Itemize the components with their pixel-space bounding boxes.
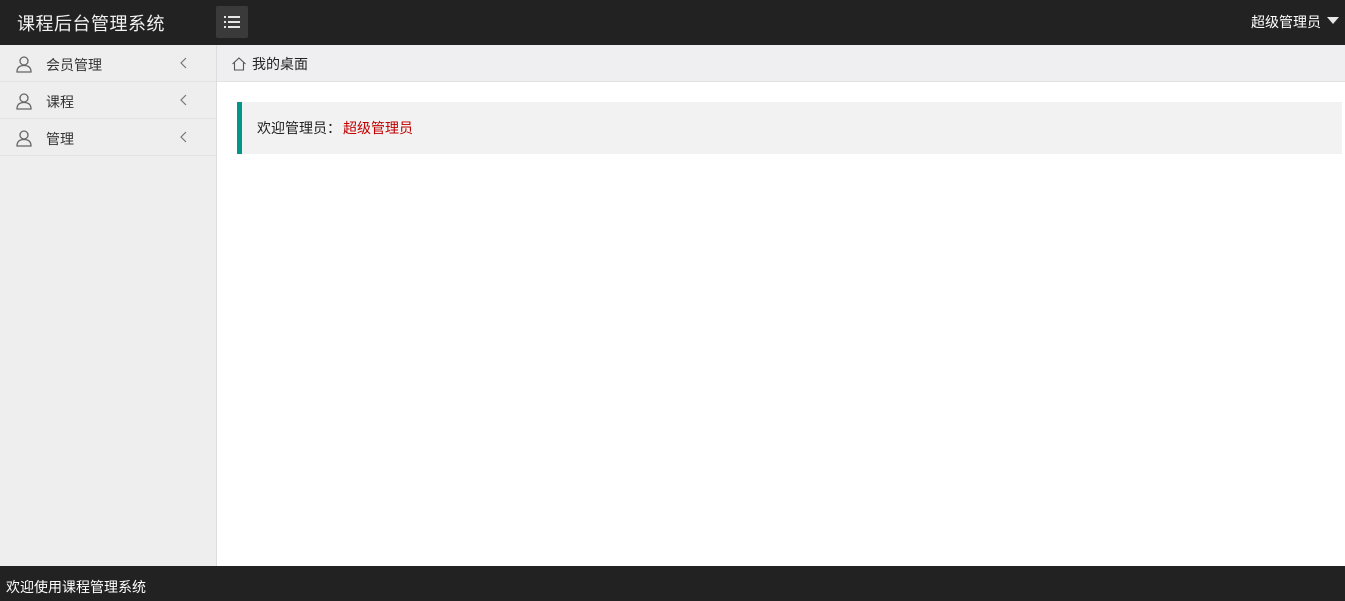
footer-text: 欢迎使用课程管理系统 [6, 580, 146, 596]
tab-my-desktop[interactable]: 我的桌面 [231, 45, 308, 82]
user-name: 超级管理员 [1251, 15, 1321, 31]
welcome-banner: 欢迎管理员： 超级管理员 [237, 102, 1342, 154]
welcome-text: 欢迎管理员： [257, 121, 341, 137]
app-logo: 课程后台管理系统 [17, 14, 165, 35]
sidebar-item-management[interactable]: 管理 [0, 119, 216, 156]
top-header: 课程后台管理系统 超级管理员 [0, 0, 1345, 45]
sidebar-item-courses[interactable]: 课程 [0, 82, 216, 119]
chevron-left-icon [180, 131, 187, 143]
user-icon [16, 130, 32, 147]
user-menu[interactable]: 超级管理员 [1251, 12, 1339, 32]
sidebar: 会员管理 课程 管理 [0, 45, 217, 566]
user-icon [16, 56, 32, 73]
user-icon [16, 93, 32, 110]
list-icon [224, 16, 240, 28]
sidebar-item-label: 管理 [46, 132, 74, 148]
sidebar-item-label: 课程 [46, 95, 74, 111]
home-icon [232, 56, 246, 71]
menu-toggle-button[interactable] [216, 6, 248, 38]
footer: 欢迎使用课程管理系统 [0, 566, 1345, 601]
tab-label: 我的桌面 [252, 56, 308, 73]
sidebar-item-member-management[interactable]: 会员管理 [0, 45, 216, 82]
tab-bar: 我的桌面 [217, 45, 1345, 82]
admin-name: 超级管理员 [343, 121, 413, 137]
chevron-left-icon [180, 57, 187, 69]
sidebar-item-label: 会员管理 [46, 58, 102, 74]
chevron-left-icon [180, 94, 187, 106]
caret-down-icon [1327, 16, 1339, 24]
main-content: 欢迎管理员： 超级管理员 [217, 82, 1345, 566]
